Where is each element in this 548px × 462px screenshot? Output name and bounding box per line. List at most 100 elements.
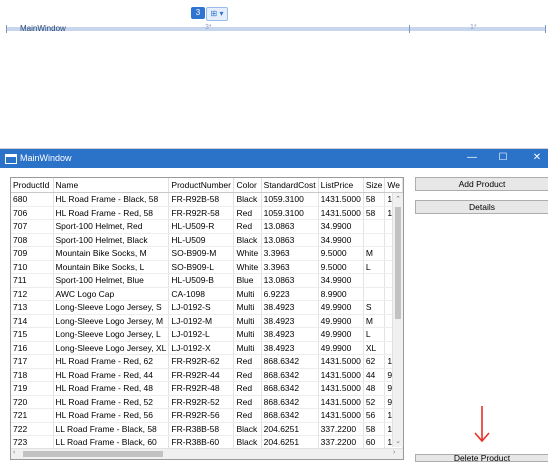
table-cell[interactable]: 34.9900 (318, 233, 364, 247)
table-cell[interactable]: 1431.5000 (318, 206, 364, 220)
table-cell[interactable]: Multi (233, 314, 262, 328)
table-cell[interactable]: FR-R92R-58 (168, 206, 235, 220)
table-row[interactable]: 715 Long-Sleeve Logo Jersey, L LJ-0192-L Mu… (11, 327, 403, 342)
table-cell[interactable]: Multi (233, 287, 262, 301)
table-cell[interactable]: FR-R92R-52 (168, 395, 235, 409)
table-cell[interactable]: 9.5000 (318, 260, 364, 274)
table-row[interactable]: 680 HL Road Frame - Black, 58 FR-R92B-58 Bl… (11, 192, 403, 207)
grid-control-tag[interactable]: ⊞ ▾ (206, 7, 228, 21)
table-cell[interactable]: 49.9900 (318, 341, 364, 355)
table-cell[interactable]: M (363, 246, 386, 261)
table-cell[interactable]: Red (233, 395, 262, 409)
table-row[interactable]: 714 Long-Sleeve Logo Jersey, M LJ-0192-M Mu… (11, 314, 403, 328)
table-row[interactable]: 709 Mountain Bike Socks, M SO-B909-M White 3… (11, 246, 403, 261)
table-cell[interactable]: 9.5000 (318, 246, 364, 261)
table-cell[interactable]: LJ-0192-M (168, 314, 235, 328)
table-cell[interactable] (363, 287, 386, 301)
table-cell[interactable]: 868.6342 (261, 368, 319, 382)
column-header[interactable]: ProductId (11, 178, 54, 193)
table-cell[interactable]: 708 (11, 233, 54, 247)
column-header[interactable]: We (384, 178, 403, 193)
table-cell[interactable]: 204.6251 (261, 435, 319, 450)
table-cell[interactable]: SO-B909-L (168, 260, 235, 274)
scroll-thumb[interactable] (23, 451, 163, 457)
table-cell[interactable]: L (363, 260, 386, 274)
table-row[interactable]: 719 HL Road Frame - Red, 48 FR-R92R-48 Red 8… (11, 381, 403, 396)
table-cell[interactable]: 52 (363, 395, 386, 409)
table-cell[interactable]: 1431.5000 (318, 395, 364, 409)
table-cell[interactable]: 34.9900 (318, 219, 364, 234)
table-cell[interactable]: XL (363, 341, 386, 355)
table-cell[interactable] (363, 233, 386, 247)
table-cell[interactable]: Black (233, 192, 262, 207)
table-cell[interactable]: 713 (11, 300, 54, 315)
table-cell[interactable]: 680 (11, 192, 54, 207)
table-cell[interactable]: Long-Sleeve Logo Jersey, S (53, 300, 170, 315)
table-cell[interactable]: Sport-100 Helmet, Blue (53, 273, 170, 288)
table-cell[interactable]: Long-Sleeve Logo Jersey, XL (53, 341, 170, 355)
table-cell[interactable]: FR-R92R-48 (168, 381, 235, 396)
table-cell[interactable]: AWC Logo Cap (53, 287, 170, 301)
table-cell[interactable]: 38.4923 (261, 300, 319, 315)
table-cell[interactable]: Sport-100 Helmet, Black (53, 233, 170, 247)
table-cell[interactable]: 868.6342 (261, 395, 319, 409)
table-cell[interactable]: 48 (363, 381, 386, 396)
scroll-up-icon[interactable]: ⌃ (393, 195, 403, 203)
table-cell[interactable]: L (363, 327, 386, 342)
table-cell[interactable]: HL Road Frame - Red, 56 (53, 408, 170, 423)
table-cell[interactable]: FR-R38B-58 (168, 422, 235, 436)
table-cell[interactable]: 38.4923 (261, 314, 319, 328)
table-cell[interactable] (363, 219, 386, 234)
table-cell[interactable]: S (363, 300, 386, 315)
table-cell[interactable]: 710 (11, 260, 54, 274)
table-row[interactable]: 721 HL Road Frame - Red, 56 FR-R92R-56 Red 8… (11, 408, 403, 423)
table-cell[interactable]: LJ-0192-L (168, 327, 235, 342)
table-cell[interactable]: 721 (11, 408, 54, 423)
table-cell[interactable]: FR-R92R-62 (168, 354, 235, 369)
grid-ruler[interactable]: MainWindow 3* 1* (0, 22, 548, 34)
table-cell[interactable]: CA-1098 (168, 287, 235, 301)
table-cell[interactable]: 718 (11, 368, 54, 382)
table-cell[interactable]: Long-Sleeve Logo Jersey, M (53, 314, 170, 328)
table-cell[interactable]: 717 (11, 354, 54, 369)
table-cell[interactable]: Multi (233, 300, 262, 315)
table-cell[interactable]: HL Road Frame - Red, 58 (53, 206, 170, 220)
column-header[interactable]: Size (363, 178, 386, 193)
table-cell[interactable]: 34.9900 (318, 273, 364, 288)
table-cell[interactable]: 13.0863 (261, 233, 319, 247)
maximize-icon[interactable]: ☐ (493, 151, 513, 165)
table-cell[interactable]: 719 (11, 381, 54, 396)
table-cell[interactable]: White (233, 260, 262, 274)
title-bar[interactable]: MainWindow — ☐ ✕ (0, 149, 548, 168)
table-cell[interactable]: LJ-0192-S (168, 300, 235, 315)
table-cell[interactable]: 1431.5000 (318, 408, 364, 423)
ruler-divider[interactable] (545, 25, 546, 33)
table-row[interactable]: 710 Mountain Bike Socks, L SO-B909-L White 3… (11, 260, 403, 274)
horizontal-scrollbar[interactable]: ‹ › (11, 448, 403, 459)
table-cell[interactable]: HL Road Frame - Red, 62 (53, 354, 170, 369)
table-row[interactable]: 717 HL Road Frame - Red, 62 FR-R92R-62 Red 8… (11, 354, 403, 369)
table-row[interactable]: 712 AWC Logo Cap CA-1098 Multi 6.9223 8.9900 (11, 287, 403, 301)
table-cell[interactable]: 337.2200 (318, 422, 364, 436)
table-cell[interactable]: Red (233, 408, 262, 423)
table-cell[interactable]: FR-R92B-58 (168, 192, 235, 207)
table-cell[interactable]: 868.6342 (261, 408, 319, 423)
table-cell[interactable]: 712 (11, 287, 54, 301)
scroll-right-icon[interactable]: › (393, 449, 395, 456)
table-cell[interactable]: 58 (363, 422, 386, 436)
table-cell[interactable]: 1059.3100 (261, 206, 319, 220)
table-cell[interactable]: 1431.5000 (318, 381, 364, 396)
column-header[interactable]: Color (233, 178, 262, 193)
table-cell[interactable]: 44 (363, 368, 386, 382)
table-cell[interactable]: HL-U509 (168, 233, 235, 247)
minimize-icon[interactable]: — (462, 151, 482, 165)
table-cell[interactable]: 3.3963 (261, 246, 319, 261)
table-cell[interactable]: Red (233, 206, 262, 220)
table-cell[interactable]: Black (233, 435, 262, 450)
table-cell[interactable]: 58 (363, 206, 386, 220)
table-cell[interactable]: Mountain Bike Socks, L (53, 260, 170, 274)
table-cell[interactable]: HL Road Frame - Black, 58 (53, 192, 170, 207)
table-cell[interactable]: Multi (233, 341, 262, 355)
details-button[interactable]: Details (415, 200, 548, 214)
scroll-down-icon[interactable]: ⌄ (393, 437, 403, 445)
